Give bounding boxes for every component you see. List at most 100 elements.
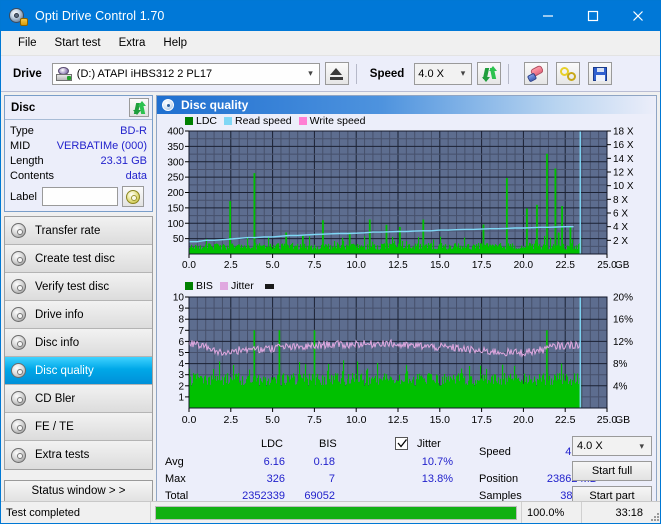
sidebar-item-transfer-rate[interactable]: Transfer rate [5,217,152,245]
sidebar-item-verify-test-disc[interactable]: Verify test disc [5,273,152,301]
sidebar-item-label: Extra tests [35,449,89,461]
menu-file[interactable]: File [9,34,46,52]
stats-avg-ldc: 6.16 [235,456,285,468]
svg-text:6 X: 6 X [613,209,628,220]
maximize-icon[interactable] [570,1,615,31]
svg-text:20.0: 20.0 [513,414,534,426]
legend-read-speed: Read speed [224,115,292,127]
main-area: Disc Type BD-R MID VERBATIMe (000) [1,92,660,505]
test-speed-select[interactable]: 4.0 X ▾ [572,436,652,456]
svg-text:15.0: 15.0 [430,260,450,271]
disc-label-input[interactable] [42,187,118,206]
sidebar-item-label: Verify test disc [35,281,109,293]
close-icon[interactable] [615,1,660,31]
svg-text:1: 1 [178,392,184,403]
save-button[interactable] [588,62,612,85]
sidebar-item-fe-te[interactable]: FE / TE [5,413,152,441]
refresh-button[interactable] [477,62,501,85]
progress-percent: 100.0% [522,502,582,524]
sidebar-item-label: Create test disc [35,253,115,265]
disc-icon [11,419,26,434]
stats-max-ldc: 326 [235,473,285,485]
progress-track [155,506,517,520]
menu-start-test[interactable]: Start test [46,34,110,52]
legend-jitter: Jitter [220,280,254,292]
disc-mid-value: VERBATIMe (000) [57,140,147,152]
svg-text:8: 8 [178,315,184,326]
resize-grip-icon[interactable] [648,502,661,524]
menu-help[interactable]: Help [154,34,196,52]
svg-text:10: 10 [173,293,185,304]
svg-text:18 X: 18 X [613,127,634,138]
bis-jitter-chart[interactable]: BIS Jitter 1098765432120%16%12%8%4%0.02.… [159,279,654,434]
stats-col-bis: BIS [319,438,337,450]
sidebar-item-label: CD Bler [35,393,75,405]
sidebar-item-label: Transfer rate [35,225,100,237]
disc-length-label: Length [10,155,44,167]
start-full-button[interactable]: Start full [572,461,652,481]
svg-text:5.0: 5.0 [265,414,280,426]
svg-text:9: 9 [178,304,184,315]
disc-contents-value: data [126,170,147,182]
app-window: Opti Drive Control 1.70 File Start test … [0,0,661,524]
charts-area: LDC Read speed Write speed 4003503002502… [157,114,656,434]
disc-panel-header: Disc [5,96,152,120]
svg-text:15.0: 15.0 [430,414,451,426]
disc-type-value: BD-R [120,125,147,137]
disc-mid-label: MID [10,140,30,152]
speed-select[interactable]: 4.0 X ▾ [414,63,472,85]
sidebar-item-drive-info[interactable]: Drive info [5,301,152,329]
disc-info-panel: Disc Type BD-R MID VERBATIMe (000) [4,95,153,212]
status-message: Test completed [1,502,151,524]
disc-length-value: 23.31 GB [101,155,147,167]
position-label: Position [479,473,518,485]
chevron-down-icon: ▾ [461,69,469,78]
menu-bar: File Start test Extra Help [1,31,660,56]
minimize-icon[interactable] [525,1,570,31]
sidebar-item-cd-bler[interactable]: CD Bler [5,385,152,413]
optical-drive-icon [56,67,72,81]
chart2-svg: 1098765432120%16%12%8%4%0.02.55.07.510.0… [159,279,654,431]
content-header: Disc quality [157,96,656,114]
menu-extra[interactable]: Extra [110,34,155,52]
legend-swatch-icon [185,117,193,125]
sidebar-item-disc-info[interactable]: Disc info [5,329,152,357]
jitter-checkbox[interactable] [395,437,408,450]
sidebar-item-create-test-disc[interactable]: Create test disc [5,245,152,273]
svg-text:22.5: 22.5 [555,260,575,271]
stats-row-avg-label: Avg [165,456,184,468]
svg-text:4: 4 [178,359,184,370]
svg-text:7.5: 7.5 [307,414,322,426]
svg-text:12.5: 12.5 [388,260,408,271]
chart1-svg: 4003503002502001501005018 X16 X14 X12 X1… [159,115,654,278]
refresh-icon [133,102,146,114]
eject-button[interactable] [325,62,349,85]
erase-icon [528,67,544,81]
eject-icon [330,68,343,80]
disc-refresh-button[interactable] [129,98,149,117]
status-window-button[interactable]: Status window > > [4,480,153,502]
legend-label: BIS [196,280,213,292]
legend-write-speed: Write speed [299,115,366,127]
erase-button[interactable] [524,62,548,85]
stats-max-jitter: 13.8% [397,473,453,485]
legend-label: Read speed [235,115,292,127]
disc-label-label: Label [10,191,37,203]
drive-select[interactable]: (D:) ATAPI iHBS312 2 PL17 ▾ [52,63,320,85]
legend-swatch-icon [220,282,228,290]
svg-text:300: 300 [167,157,184,168]
svg-text:350: 350 [167,142,184,153]
sidebar-item-extra-tests[interactable]: Extra tests [5,441,152,469]
stats-max-bis: 7 [293,473,335,485]
sidebar-item-label: Drive info [35,309,84,321]
disc-row-mid: MID VERBATIMe (000) [10,138,147,153]
link-button[interactable] [556,62,580,85]
ldc-read-speed-chart[interactable]: LDC Read speed Write speed 4003503002502… [159,115,654,281]
sidebar-item-disc-quality[interactable]: Disc quality [5,357,152,385]
disc-row-contents: Contents data [10,168,147,183]
svg-text:10 X: 10 X [613,181,634,192]
progress-fill [156,507,516,519]
speed-select-value: 4.0 X [418,68,444,80]
legend-ldc: LDC [185,115,217,127]
disc-label-apply-button[interactable] [122,186,144,207]
